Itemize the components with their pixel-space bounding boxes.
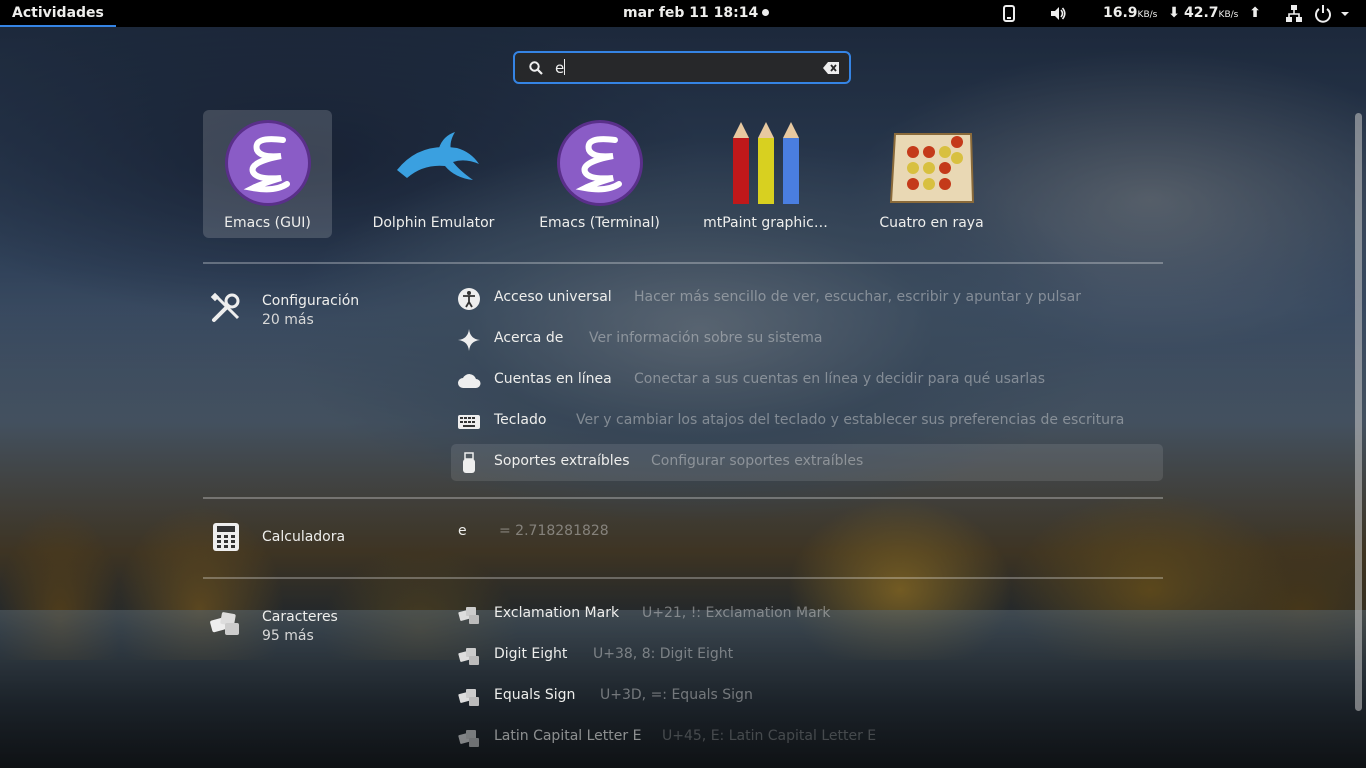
app-emacs-gui[interactable]: Emacs (GUI) [203,110,332,238]
keyboard-icon [458,415,480,429]
result-acerca-de[interactable]: Acerca de Ver información sobre su siste… [451,321,1163,358]
result-acceso-universal[interactable]: Acceso universal Hacer más sencillo de v… [451,280,1163,317]
arrow-up-icon: ⬆ [1249,5,1261,21]
emacs-icon [225,120,311,206]
result-equals-sign[interactable]: Equals Sign U+3D, =: Equals Sign [451,678,1163,715]
characters-icon [458,607,479,624]
characters-icon [210,612,239,635]
result-digit-eight[interactable]: Digit Eight U+38, 8: Digit Eight [451,637,1163,674]
characters-icon [458,689,479,706]
net-down-speed: 16.9KB/s ⬇ [1103,5,1180,21]
top-bar: Actividades mar feb 11 18:14 16.9KB/s ⬇ … [0,0,1366,27]
result-teclado[interactable]: Teclado Ver y cambiar los atajos del tec… [451,403,1163,440]
characters-icon [458,648,479,665]
clear-search-icon[interactable] [823,62,839,74]
search-icon [529,61,543,75]
search-input[interactable]: e [555,59,566,77]
app-mtpaint[interactable]: mtPaint graphic… [701,110,830,238]
separator [203,577,1163,579]
app-label: Emacs (GUI) [224,215,311,231]
app-dolphin-emulator[interactable]: Dolphin Emulator [369,110,498,238]
app-emacs-terminal[interactable]: Emacs (Terminal) [535,110,664,238]
activities-button[interactable]: Actividades [0,0,116,27]
arrow-down-icon: ⬇ [1168,5,1180,21]
separator [203,262,1163,264]
phone-indicator-icon[interactable] [1002,0,1016,27]
connect-four-icon [889,133,975,203]
cloud-icon [458,374,481,388]
notification-dot [762,9,770,16]
app-label: Dolphin Emulator [372,215,495,231]
provider-title: Calculadora [262,529,346,545]
accessibility-icon [458,288,480,310]
power-menu-icon[interactable] [1314,0,1354,27]
separator [203,497,1163,499]
sparkle-icon [458,329,480,351]
usb-drive-icon [463,452,475,473]
net-up-speed: 42.7KB/s ⬆ [1184,5,1261,21]
provider-more-count: 20 más [262,312,314,328]
app-cuatro-en-raya[interactable]: Cuatro en raya [867,110,996,238]
app-label: Cuatro en raya [879,215,984,231]
calculator-icon [213,523,239,551]
app-label: mtPaint graphic… [703,215,828,231]
tools-icon [210,292,240,322]
result-soportes-extraibles[interactable]: Soportes extraíbles Configurar soportes … [451,444,1163,481]
characters-icon [458,730,479,747]
provider-title: Configuración [262,293,360,309]
network-wired-icon[interactable] [1285,0,1303,27]
app-label: Emacs (Terminal) [539,215,660,231]
provider-title: Caracteres [262,609,338,625]
result-calculation[interactable]: e = 2.718281828 [451,514,1163,551]
volume-icon[interactable] [1049,0,1067,27]
provider-more-count: 95 más [262,628,314,644]
clock-button[interactable]: mar feb 11 18:14 [623,0,770,27]
pencils-icon [733,122,799,204]
search-entry[interactable]: e [513,51,851,84]
clock-text: mar feb 11 18:14 [623,5,759,21]
emacs-icon [557,120,643,206]
dolphin-icon [397,132,479,180]
result-cuentas-en-linea[interactable]: Cuentas en línea Conectar a sus cuentas … [451,362,1163,399]
result-exclamation-mark[interactable]: Exclamation Mark U+21, !: Exclamation Ma… [451,596,1163,633]
result-latin-capital-e[interactable]: Latin Capital Letter E U+45, E: Latin Ca… [451,719,1163,756]
results-scrollbar[interactable] [1355,113,1362,711]
